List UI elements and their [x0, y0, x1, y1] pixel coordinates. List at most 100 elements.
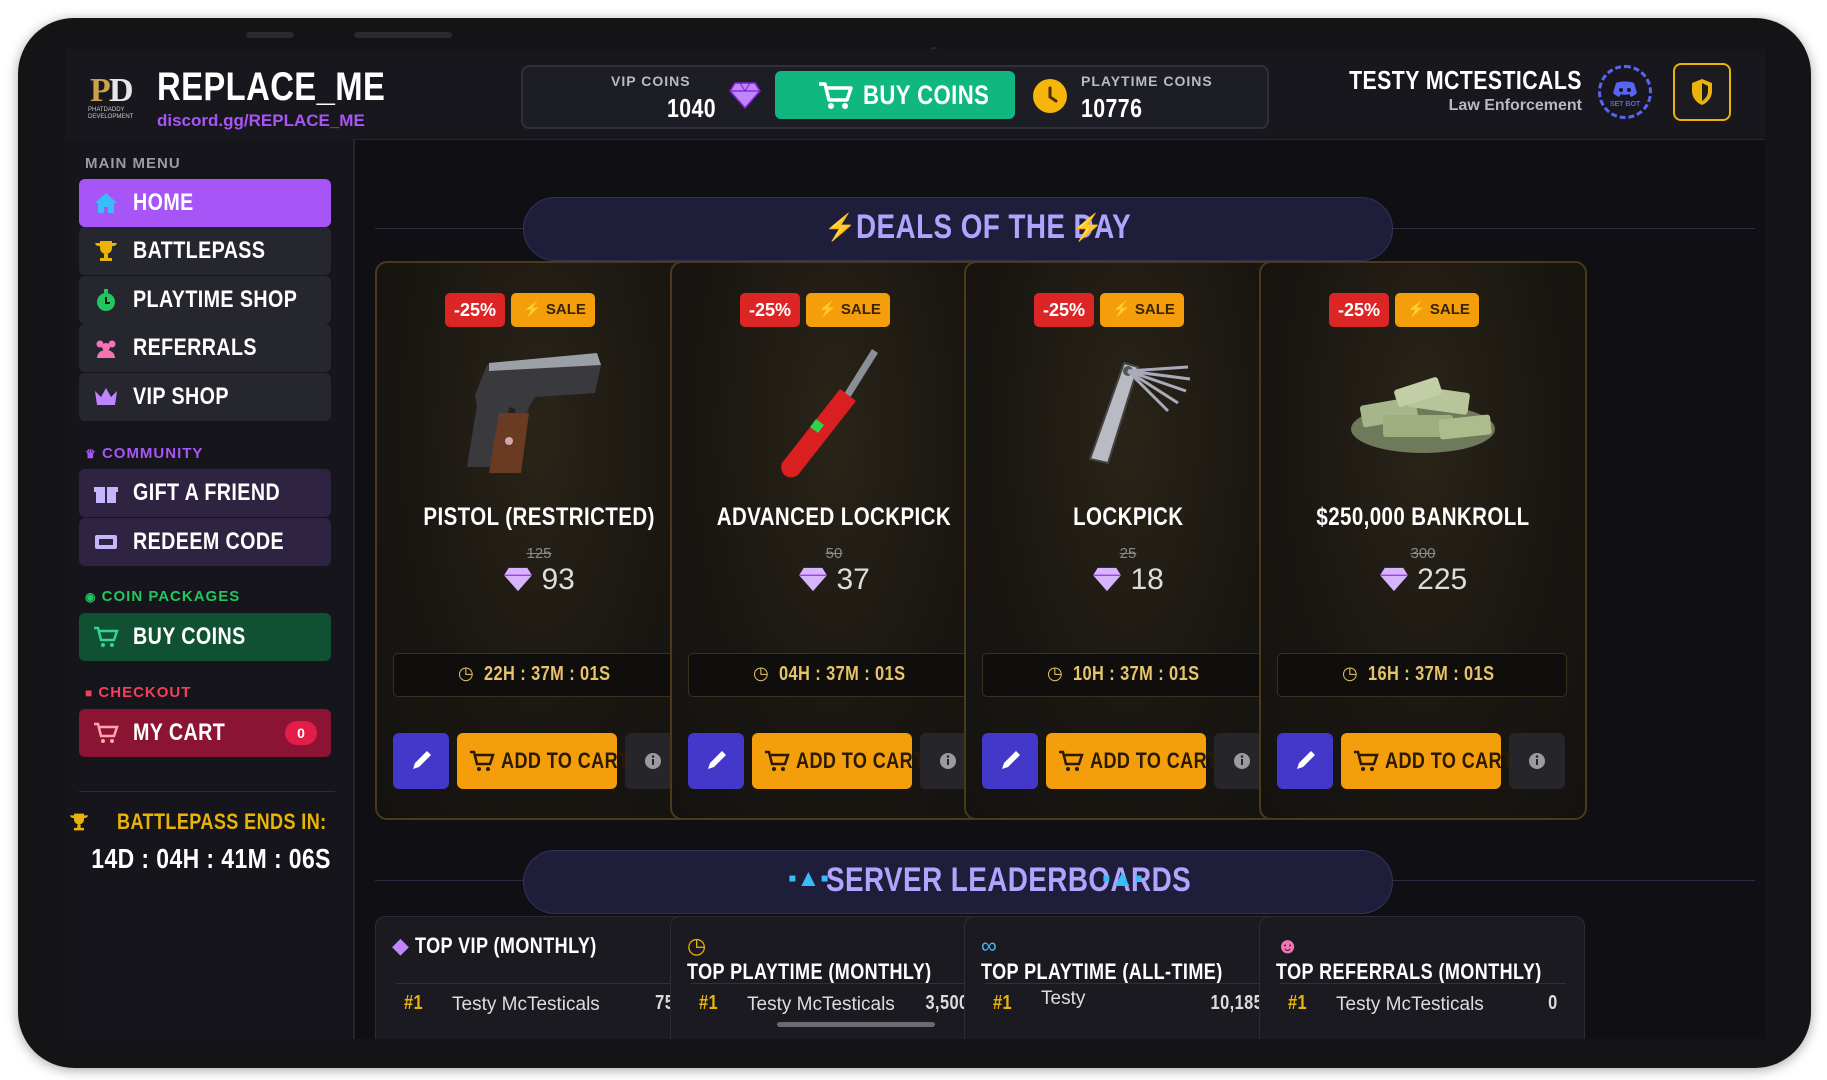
coin-packages-label-text: COIN PACKAGES	[101, 588, 241, 605]
sidebar-item-buy-coins[interactable]: BUY COINS	[79, 613, 331, 661]
clock-icon: ◷	[1342, 663, 1358, 683]
sidebar-item-redeem-code[interactable]: REDEEM CODE	[79, 518, 331, 566]
add-to-cart-button[interactable]: ADD TO CART	[457, 733, 629, 789]
brand-title: REPLACE_ME	[157, 65, 386, 109]
cart-plus-icon	[470, 750, 495, 771]
gem-icon	[504, 567, 533, 592]
discord-badge-text: SET BOT	[1610, 101, 1641, 108]
sidebar-item-referrals[interactable]: REFERRALS	[79, 324, 331, 372]
svg-text:D: D	[109, 72, 134, 109]
edit-button[interactable]	[1277, 733, 1333, 789]
edit-button[interactable]	[393, 733, 449, 789]
add-to-cart-button[interactable]: ADD TO CART	[1046, 733, 1218, 789]
tablet-frame: P D PHATDADDY DEVELOPMENT REPLACE_ME dis…	[18, 18, 1811, 1068]
item-name: $250,000 BANKROLL	[1316, 503, 1530, 531]
community-label-text: COMMUNITY	[101, 445, 204, 462]
gem-icon	[1093, 567, 1122, 592]
rank: #1	[993, 992, 1013, 1014]
admin-shield-button[interactable]	[1673, 63, 1731, 121]
add-to-cart-button[interactable]: ADD TO CART	[752, 733, 924, 789]
coin-balance-bar: VIP COINS 1040 BUY COINS PLAYTIME COINS …	[521, 65, 1269, 129]
checkout-label-text: CHECKOUT	[98, 684, 192, 701]
battlepass-countdown: 14D : 04H : 41M : 06S	[65, 843, 353, 875]
community-label: ♛ COMMUNITY	[85, 445, 203, 462]
podium-icon: ▪▲▪	[1102, 865, 1143, 892]
battlepass-ends-label: BATTLEPASS ENDS IN:	[65, 809, 353, 835]
sale-text: SALE	[1134, 301, 1175, 318]
discount-badge: -25%	[740, 293, 800, 327]
timer-text: 10H : 37M : 01S	[1073, 663, 1200, 685]
old-price: 50	[825, 545, 843, 562]
info-button[interactable]	[1509, 733, 1565, 789]
edit-button[interactable]	[688, 733, 744, 789]
pencil-icon	[708, 751, 726, 769]
screen: P D PHATDADDY DEVELOPMENT REPLACE_ME dis…	[65, 49, 1765, 1039]
discount-badge: -25%	[445, 293, 505, 327]
sidebar-item-battlepass[interactable]: BATTLEPASS	[79, 227, 331, 275]
leaderboard-title: TOP VIP (MONTHLY)	[415, 933, 597, 958]
sidebar-item-home[interactable]: HOME	[79, 179, 331, 227]
discord-bot-button[interactable]: SET BOT	[1598, 65, 1652, 119]
gem-icon	[729, 82, 761, 109]
sidebar-item-playtime-shop[interactable]: PLAYTIME SHOP	[79, 276, 331, 324]
clock-icon: ◷	[687, 933, 707, 958]
timer-text: 16H : 37M : 01S	[1368, 663, 1495, 685]
sidebar-item-vip-shop[interactable]: VIP SHOP	[79, 373, 331, 421]
checkout-label: ■ CHECKOUT	[85, 684, 191, 701]
leaderboard-row: #1 Testy 10,185	[985, 983, 1271, 1024]
svg-text:DEVELOPMENT: DEVELOPMENT	[88, 114, 134, 119]
trophy-icon	[95, 241, 117, 261]
coin-packages-label: ◉ COIN PACKAGES	[85, 588, 240, 605]
home-indicator[interactable]	[777, 1022, 935, 1027]
cart-icon	[94, 722, 119, 743]
sidebar-item-my-cart[interactable]: MY CART 0	[79, 709, 331, 757]
discount-badge: -25%	[1034, 293, 1094, 327]
leaderboard-row: #1 Testy McTesticals 3,500	[691, 983, 977, 1024]
cart-plus-icon	[94, 626, 119, 647]
deals-banner: ⚡ DEALS OF THE DAY ⚡	[523, 197, 1393, 261]
user-role: Law Enforcement	[1448, 97, 1582, 114]
sale-badge: ⚡ SALE	[511, 293, 595, 327]
price: 37	[672, 563, 996, 597]
main-menu-label: MAIN MENU	[85, 155, 181, 172]
edit-button[interactable]	[982, 733, 1038, 789]
header-buy-coins-button[interactable]: BUY COINS	[775, 71, 1015, 119]
discord-link[interactable]: discord.gg/REPLACE_ME	[157, 111, 365, 131]
sale-text: SALE	[545, 301, 586, 318]
lightning-icon: ⚡	[818, 301, 837, 318]
add-to-cart-button[interactable]: ADD TO CART	[1341, 733, 1513, 789]
deal-timer: ◷ 16H : 37M : 01S	[1277, 653, 1567, 697]
sidebar-item-label: GIFT A FRIEND	[133, 479, 281, 506]
sidebar-item-label: VIP SHOP	[133, 383, 229, 410]
price-value: 37	[836, 563, 870, 596]
home-icon	[95, 193, 117, 213]
deal-timer: ◷ 04H : 37M : 01S	[688, 653, 978, 697]
sale-badge: ⚡ SALE	[1100, 293, 1184, 327]
infinity-icon: ∞	[981, 933, 997, 958]
add-to-cart-label: ADD TO CART	[1385, 748, 1514, 773]
user-name: TESTY MCTESTICALS	[1349, 65, 1582, 95]
leaderboard-card: ∞ TOP PLAYTIME (ALL-TIME) #1 Testy 10,18…	[964, 916, 1290, 1039]
sidebar-item-gift-a-friend[interactable]: GIFT A FRIEND	[79, 469, 331, 517]
leaderboard-title: TOP PLAYTIME (MONTHLY)	[687, 959, 932, 984]
sidebar-item-label: BUY COINS	[133, 623, 246, 650]
item-name: PISTOL (RESTRICTED)	[423, 503, 655, 531]
rank: #1	[699, 992, 719, 1014]
vip-coins-label: VIP COINS	[611, 73, 691, 89]
stopwatch-icon	[97, 289, 115, 311]
score: 3,500	[925, 992, 969, 1014]
money-stack-image	[1351, 377, 1495, 453]
hardware-button	[354, 32, 452, 38]
score: 0	[1548, 992, 1558, 1014]
lockpick-image	[1088, 361, 1191, 465]
leaderboard-title: TOP PLAYTIME (ALL-TIME)	[981, 959, 1223, 984]
sale-text: SALE	[1429, 301, 1470, 318]
cart-plus-icon	[1059, 750, 1084, 771]
vip-coins-value: 1040	[667, 93, 717, 123]
add-to-cart-label: ADD TO CART	[1090, 748, 1219, 773]
clock-icon	[1033, 79, 1067, 113]
sidebar: MAIN MENU HOME BATTLEPASS PLAYTIME SHOP …	[65, 139, 355, 1039]
pencil-icon	[1297, 751, 1315, 769]
gem-icon	[799, 567, 828, 592]
price: 18	[966, 563, 1290, 597]
